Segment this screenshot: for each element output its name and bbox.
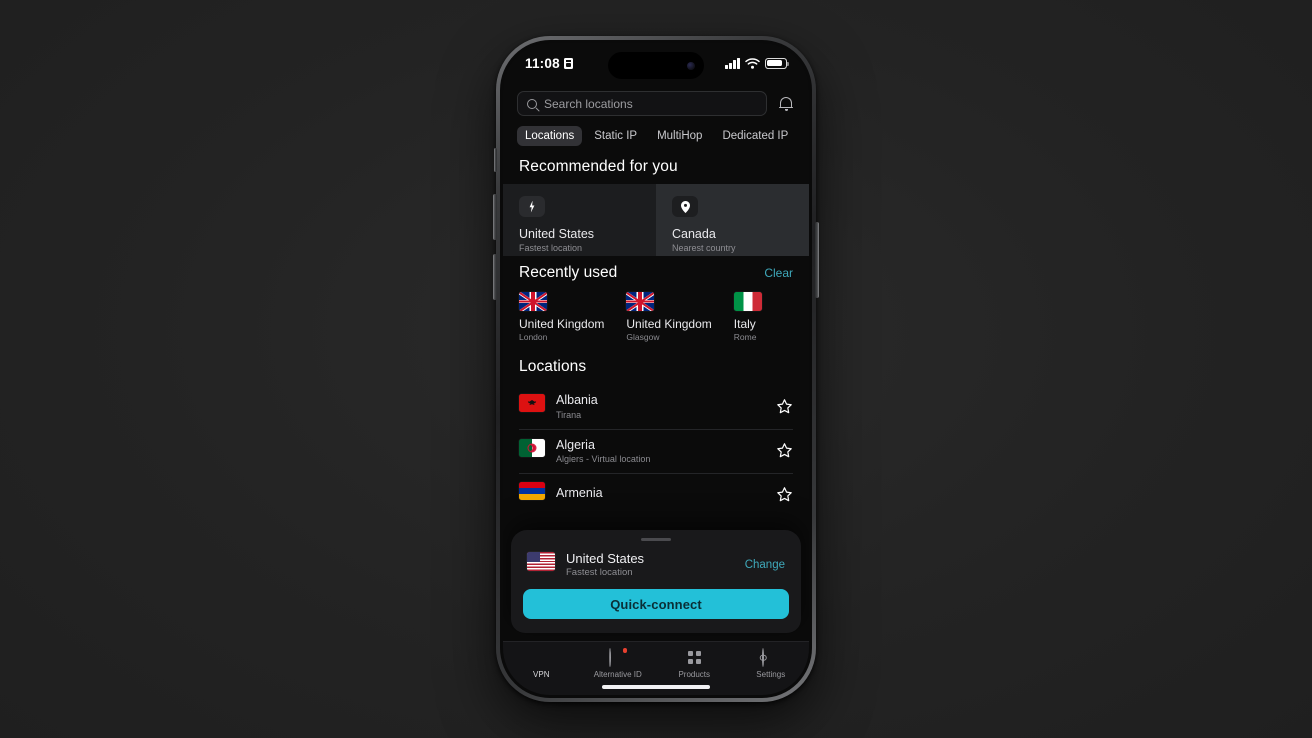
- location-name: Albania: [556, 393, 598, 407]
- recent-item[interactable]: United Kingdom London: [519, 292, 604, 342]
- home-indicator[interactable]: [602, 685, 710, 689]
- tab-label: Settings: [756, 670, 786, 679]
- recommended-card-canada[interactable]: Canada Nearest country: [656, 184, 809, 256]
- dynamic-island: [608, 52, 704, 79]
- flag-armenia: [519, 482, 545, 501]
- recent-item-city: London: [519, 332, 548, 342]
- grid-icon: [686, 649, 703, 666]
- flag-algeria: [519, 438, 545, 457]
- connection-sheet: United States Fastest location Change Qu…: [511, 530, 801, 633]
- recent-item[interactable]: Italy Rome: [733, 292, 762, 342]
- silent-switch[interactable]: [494, 148, 497, 172]
- recent-item-name: United Kingdom: [626, 317, 712, 331]
- cellular-signal-icon: [725, 57, 740, 69]
- tab-dedicated-ip[interactable]: Dedicated IP: [714, 126, 796, 146]
- recommended-card-name: Canada: [672, 227, 716, 241]
- tab-alternative-id[interactable]: Alternative ID: [580, 648, 657, 679]
- location-city: Tirana: [556, 409, 582, 420]
- front-camera-icon: [687, 61, 695, 70]
- table-row[interactable]: Albania Tirana: [503, 384, 809, 429]
- gear-icon: [762, 648, 779, 667]
- status-time-text: 11:08: [525, 55, 560, 71]
- search-row: Search locations: [503, 83, 809, 122]
- search-icon: [527, 98, 537, 109]
- recommended-title: Recommended for you: [519, 158, 678, 175]
- tab-locations[interactable]: Locations: [517, 126, 583, 146]
- search-input[interactable]: Search locations: [517, 91, 767, 116]
- recent-item-city: Rome: [733, 332, 757, 342]
- flag-albania: [519, 394, 545, 413]
- recently-used-title: Recently used: [519, 264, 618, 281]
- sheet-selected-location: United States Fastest location Change: [523, 551, 789, 589]
- phone-mockup: 11:08 Search locations Locations Static …: [493, 36, 819, 702]
- recently-used-list: United Kingdom London United Kingdom Gla…: [503, 290, 809, 352]
- map-pin-icon: [672, 196, 698, 217]
- star-outline-icon[interactable]: [776, 442, 793, 459]
- battery-icon: [765, 57, 789, 69]
- recommended-card-subtitle: Fastest location: [519, 243, 583, 254]
- tab-static-ip[interactable]: Static IP: [586, 126, 645, 146]
- recent-item-name: United Kingdom: [519, 317, 605, 331]
- quick-connect-button[interactable]: Quick-connect: [523, 589, 789, 619]
- location-name: Algeria: [556, 437, 595, 452]
- sheet-location-name: United States: [566, 551, 645, 566]
- recent-item[interactable]: United Kingdom Glasgow: [626, 292, 712, 342]
- tab-label: VPN: [533, 670, 550, 679]
- screenshot-stage: 11:08 Search locations Locations Static …: [0, 0, 1312, 738]
- table-row[interactable]: Algeria Algiers - Virtual location: [503, 428, 809, 474]
- phone-screen: 11:08 Search locations Locations Static …: [503, 43, 809, 695]
- recommended-card-united-states[interactable]: United States Fastest location: [503, 184, 656, 256]
- recent-item-name: Italy: [733, 317, 756, 331]
- vpn-badge-icon: [563, 57, 573, 69]
- phone-bezel: 11:08 Search locations Locations Static …: [500, 40, 812, 698]
- sheet-grabber[interactable]: [641, 538, 671, 541]
- tab-label: Alternative ID: [593, 670, 642, 679]
- vpn-app: Search locations Locations Static IP Mul…: [503, 43, 809, 695]
- locations-title: Locations: [519, 358, 587, 375]
- tab-products[interactable]: Products: [656, 649, 733, 679]
- search-placeholder: Search locations: [544, 96, 633, 111]
- locations-list: Albania Tirana Algeria Algiers - Virtual…: [503, 384, 809, 515]
- sheet-location-subtitle: Fastest location: [566, 567, 633, 578]
- recent-item-city: Glasgow: [626, 332, 660, 342]
- flag-uk: [626, 292, 655, 311]
- recommended-card-subtitle: Nearest country: [672, 243, 736, 254]
- wifi-icon: [745, 57, 760, 69]
- flag-usa: [527, 552, 555, 571]
- star-outline-icon[interactable]: [776, 486, 793, 503]
- volume-down-button[interactable]: [493, 254, 497, 300]
- recommended-card-name: United States: [519, 227, 595, 241]
- tab-multihop[interactable]: MultiHop: [649, 126, 710, 146]
- category-tabs: Locations Static IP MultiHop Dedicated I…: [503, 122, 809, 152]
- lightning-bolt-icon: [519, 196, 545, 217]
- star-outline-icon[interactable]: [776, 398, 793, 415]
- table-row[interactable]: Armenia: [503, 473, 809, 515]
- status-time: 11:08: [525, 56, 573, 71]
- tab-settings[interactable]: Settings: [733, 648, 810, 679]
- recommended-cards: United States Fastest location Canada Ne…: [503, 184, 809, 256]
- volume-up-button[interactable]: [493, 194, 497, 240]
- flag-uk: [519, 292, 547, 311]
- status-indicators: [725, 57, 789, 69]
- clear-recent-button[interactable]: Clear: [764, 266, 793, 280]
- change-location-button[interactable]: Change: [745, 559, 785, 571]
- location-city: Algiers - Virtual location: [556, 454, 651, 465]
- tab-vpn[interactable]: VPN: [503, 649, 580, 679]
- bell-icon[interactable]: [777, 95, 795, 113]
- person-id-icon: [609, 648, 628, 667]
- power-button[interactable]: [815, 222, 819, 298]
- shield-icon: [533, 649, 550, 666]
- tab-label: Products: [678, 670, 711, 679]
- location-name: Armenia: [556, 486, 603, 501]
- flag-italy: [733, 292, 762, 311]
- notification-badge: [622, 648, 628, 653]
- recently-used-header: Recently used Clear: [503, 256, 809, 290]
